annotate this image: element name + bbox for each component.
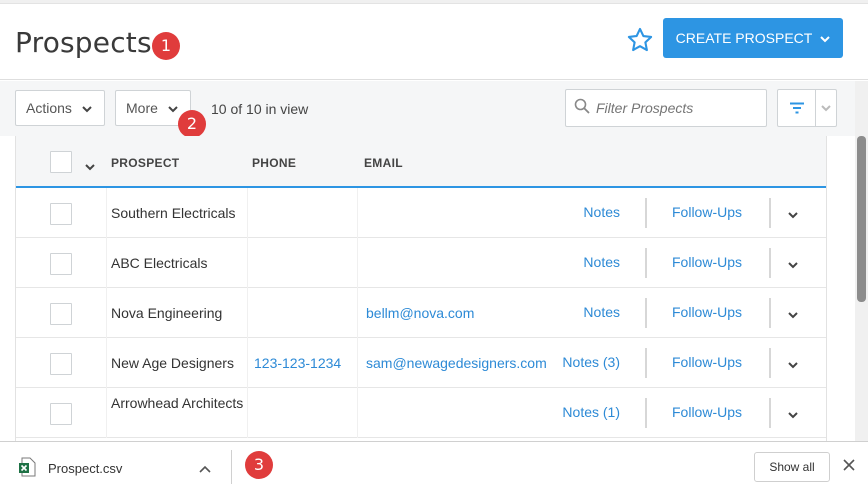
list-toolbar: Actions More 2 10 of 10 in view <box>0 81 858 138</box>
excel-file-icon <box>18 457 36 480</box>
chevron-down-icon[interactable] <box>85 158 95 176</box>
column-header-email[interactable]: EMAIL <box>364 156 403 170</box>
chevron-down-icon[interactable] <box>788 406 798 424</box>
page-title: Prospects <box>15 26 152 59</box>
table-row: New Age Designers 123-123-1234 sam@newag… <box>16 338 826 388</box>
chevron-down-icon[interactable] <box>788 306 798 324</box>
search-icon <box>574 98 590 119</box>
email-link[interactable]: bellm@nova.com <box>366 305 474 321</box>
email-link[interactable]: sam@newagedesigners.com <box>366 355 547 371</box>
download-item[interactable]: Prospect.csv <box>18 457 122 480</box>
annotation-marker-2: 2 <box>178 110 206 138</box>
show-all-button[interactable]: Show all <box>754 452 830 482</box>
row-checkbox[interactable] <box>50 353 72 375</box>
notes-link[interactable]: Notes (3) <box>562 354 620 370</box>
table-row: Southern Electricals Notes Follow-Ups <box>16 188 826 238</box>
notes-link[interactable]: Notes <box>583 254 620 270</box>
view-count: 10 of 10 in view <box>211 101 309 117</box>
page-header: Prospects 1 CREATE PROSPECT <box>0 4 868 80</box>
scrollbar-thumb[interactable] <box>857 136 866 302</box>
download-bar: Prospect.csv 3 Show all <box>0 441 868 491</box>
chevron-down-icon[interactable] <box>788 256 798 274</box>
notes-link[interactable]: Notes (1) <box>562 404 620 420</box>
follow-ups-link[interactable]: Follow-Ups <box>672 404 742 420</box>
notes-link[interactable]: Notes <box>583 304 620 320</box>
table-row: Arrowhead Architects Notes (1) Follow-Up… <box>16 388 826 438</box>
prospect-name[interactable]: Southern Electricals <box>111 204 246 223</box>
star-outline-icon[interactable] <box>626 26 654 54</box>
filter-icon[interactable] <box>778 90 816 126</box>
row-checkbox[interactable] <box>50 403 72 425</box>
create-prospect-button[interactable]: CREATE PROSPECT <box>663 18 843 58</box>
chevron-down-icon[interactable] <box>788 356 798 374</box>
chevron-down-icon <box>820 30 831 46</box>
filter-search-box[interactable] <box>565 89 767 127</box>
follow-ups-link[interactable]: Follow-Ups <box>672 354 742 370</box>
select-all-checkbox[interactable] <box>50 151 72 173</box>
chevron-down-icon <box>168 100 178 116</box>
annotation-marker-3: 3 <box>245 451 273 479</box>
follow-ups-link[interactable]: Follow-Ups <box>672 304 742 320</box>
create-prospect-label: CREATE PROSPECT <box>675 30 813 46</box>
follow-ups-link[interactable]: Follow-Ups <box>672 254 742 270</box>
chevron-up-icon[interactable] <box>199 460 211 478</box>
column-header-phone[interactable]: PHONE <box>252 156 296 170</box>
row-checkbox[interactable] <box>50 203 72 225</box>
table-header: PROSPECT PHONE EMAIL <box>16 136 826 188</box>
column-header-prospect[interactable]: PROSPECT <box>111 156 179 170</box>
follow-ups-link[interactable]: Follow-Ups <box>672 204 742 220</box>
phone-link[interactable]: 123-123-1234 <box>254 355 341 371</box>
chevron-down-icon <box>82 100 92 116</box>
prospect-name[interactable]: New Age Designers <box>111 354 246 373</box>
download-file-name: Prospect.csv <box>48 461 123 476</box>
download-separator <box>231 450 232 484</box>
filter-prospects-input[interactable] <box>596 100 756 116</box>
annotation-marker-1: 1 <box>152 32 180 60</box>
prospect-name[interactable]: ABC Electricals <box>111 254 246 273</box>
row-checkbox[interactable] <box>50 253 72 275</box>
prospect-name[interactable]: Arrowhead Architects <box>111 394 246 413</box>
table-row: Nova Engineering bellm@nova.com Notes Fo… <box>16 288 826 338</box>
notes-link[interactable]: Notes <box>583 204 620 220</box>
prospects-table: PROSPECT PHONE EMAIL Southern Electrical… <box>15 136 827 441</box>
more-label: More <box>126 100 158 116</box>
filter-menu-button[interactable] <box>777 89 837 127</box>
chevron-down-icon[interactable] <box>788 206 798 224</box>
chevron-down-icon[interactable] <box>816 90 836 126</box>
table-row: ABC Electricals Notes Follow-Ups <box>16 238 826 288</box>
prospect-name[interactable]: Nova Engineering <box>111 304 246 323</box>
row-checkbox[interactable] <box>50 303 72 325</box>
actions-label: Actions <box>26 100 72 116</box>
close-icon[interactable] <box>842 458 856 477</box>
actions-dropdown[interactable]: Actions <box>15 90 105 126</box>
